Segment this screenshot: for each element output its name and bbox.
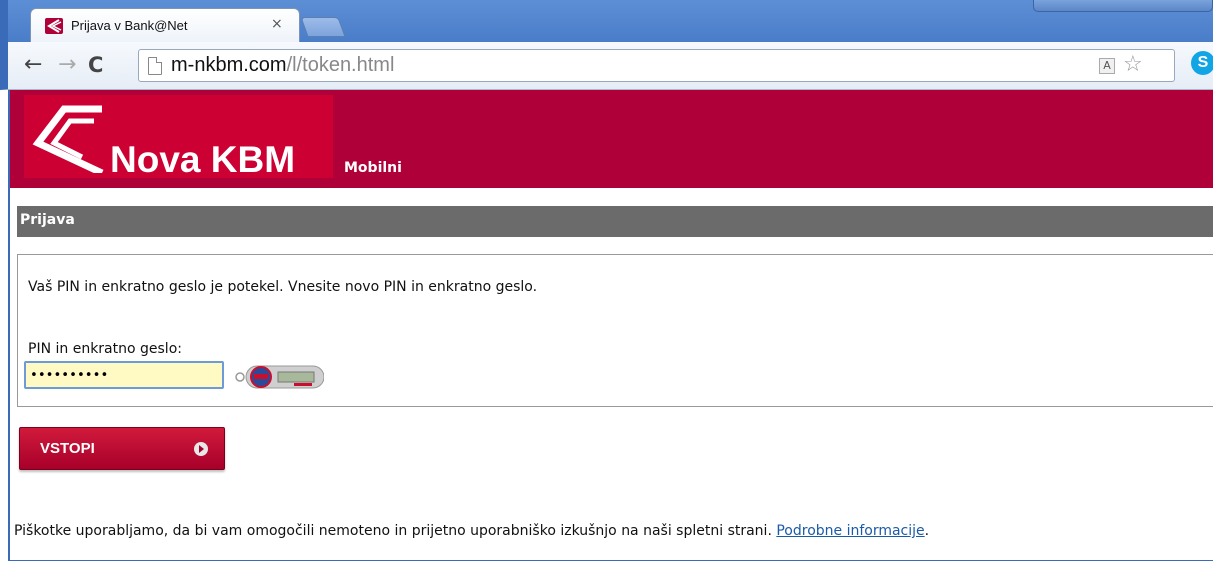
pin-label: PIN in enkratno geslo:	[28, 341, 182, 357]
token-device-icon	[235, 365, 324, 389]
url-text[interactable]: m-nkbm.com/l/token.html	[171, 54, 394, 77]
window-controls[interactable]	[1033, 0, 1213, 12]
logo-text: Nova KBM	[110, 139, 296, 180]
page-icon	[148, 57, 162, 75]
new-tab-button[interactable]	[300, 17, 346, 37]
vstopi-label: VSTOPI	[40, 440, 95, 457]
cookie-info-link[interactable]: Podrobne informacije	[776, 523, 924, 539]
address-bar[interactable]: m-nkbm.com/l/token.html A ☆	[138, 49, 1175, 82]
cookie-text: Piškotke uporabljamo, da bi vam omogočil…	[14, 523, 777, 539]
cookie-notice: Piškotke uporabljamo, da bi vam omogočil…	[14, 523, 929, 539]
browser-tab-strip: Prijava v Bank@Net ×	[0, 0, 1213, 42]
cookie-end: .	[924, 523, 930, 539]
pin-input[interactable]	[24, 361, 224, 389]
login-form: Vaš PIN in enkratno geslo je potekel. Vn…	[17, 254, 1213, 407]
url-host: m-nkbm.com	[171, 54, 287, 76]
browser-tab[interactable]: Prijava v Bank@Net ×	[30, 8, 300, 42]
kbm-chevron-icon	[32, 105, 104, 173]
section-title: Prijava	[20, 212, 75, 228]
vstopi-button[interactable]: VSTOPI	[19, 427, 225, 470]
arrow-circle-icon	[194, 442, 208, 456]
browser-toolbar: ← → C m-nkbm.com/l/token.html A ☆ S	[0, 42, 1213, 90]
mobilni-subtitle: Mobilni	[344, 160, 402, 176]
close-tab-icon[interactable]: ×	[271, 16, 283, 32]
page-content: Nova KBM Mobilni Prijava Vaš PIN in enkr…	[8, 90, 1213, 561]
section-header: Prijava	[17, 206, 1213, 237]
back-icon[interactable]: ←	[24, 54, 42, 76]
nova-kbm-logo: Nova KBM	[24, 95, 333, 180]
reload-icon[interactable]: C	[88, 54, 103, 76]
tab-title: Prijava v Bank@Net	[71, 18, 188, 33]
nkbm-favicon-icon	[45, 18, 63, 34]
skype-extension-icon[interactable]: S	[1191, 51, 1213, 75]
forward-icon[interactable]: →	[58, 54, 76, 76]
translate-icon[interactable]: A	[1099, 58, 1115, 74]
url-path: /l/token.html	[286, 54, 395, 76]
site-header: Nova KBM Mobilni	[10, 90, 1213, 188]
expired-message: Vaš PIN in enkratno geslo je potekel. Vn…	[28, 279, 538, 295]
bookmark-star-icon[interactable]: ☆	[1123, 52, 1143, 77]
